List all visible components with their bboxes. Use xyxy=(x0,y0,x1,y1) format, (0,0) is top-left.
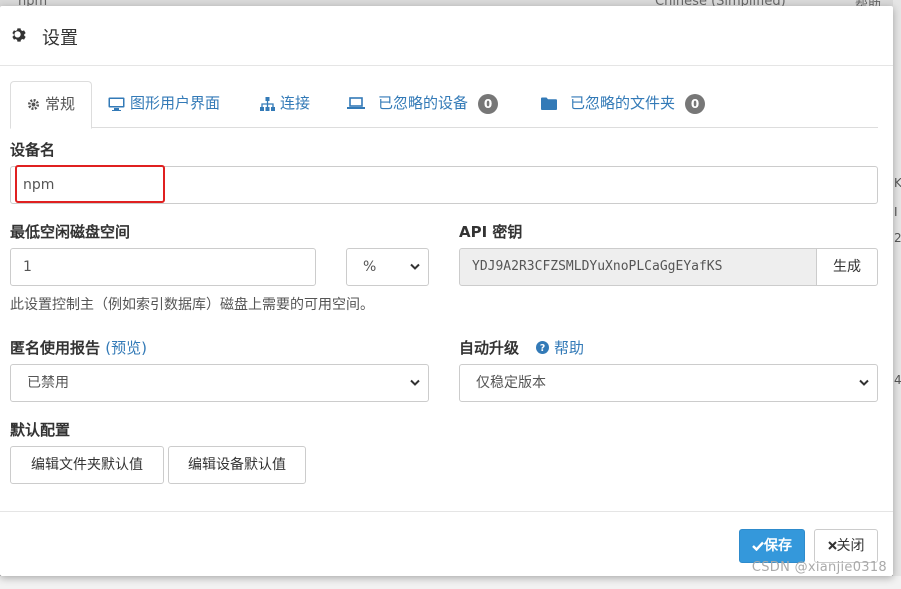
tab-connections[interactable]: 连接 xyxy=(260,81,310,126)
usage-report-label: 匿名使用报告 (预览) xyxy=(10,337,147,358)
edit-device-defaults-button[interactable]: 编辑设备默认值 xyxy=(168,446,306,484)
annotation-highlight-box xyxy=(15,165,165,203)
tab-label: 已忽略的设备 xyxy=(378,94,469,112)
min-disk-space-input[interactable]: 1 xyxy=(10,248,316,286)
auto-upgrade-label: 自动升级 ? 帮助 xyxy=(459,337,584,358)
close-label: 关闭 xyxy=(836,538,865,554)
background-char: I xyxy=(894,205,898,219)
save-button[interactable]: 保存 xyxy=(739,529,805,563)
auto-upgrade-help-link[interactable]: ? 帮助 xyxy=(536,339,584,357)
tab-label: 已忽略的文件夹 xyxy=(570,94,676,112)
default-config-label: 默认配置 xyxy=(10,421,71,439)
dialog-header: 设置 xyxy=(0,6,893,66)
usage-report-select[interactable]: 已禁用 xyxy=(10,364,429,402)
chevron-down-icon xyxy=(859,379,869,386)
ignored-folders-count-badge: 0 xyxy=(685,93,706,114)
laptop-icon xyxy=(347,97,365,109)
background-char: 2 xyxy=(894,231,901,245)
min-disk-help-text: 此设置控制主（例如索引数据库）磁盘上需要的可用空间。 xyxy=(10,297,374,313)
sitemap-icon xyxy=(260,96,275,111)
edit-folder-defaults-button[interactable]: 编辑文件夹默认值 xyxy=(10,446,164,484)
background-page-bottom xyxy=(0,576,901,589)
gear-icon xyxy=(27,98,40,111)
svg-text:?: ? xyxy=(540,343,545,354)
folder-icon xyxy=(541,97,557,110)
question-circle-icon: ? xyxy=(536,341,550,354)
auto-upgrade-select[interactable]: 仅稳定版本 xyxy=(459,364,878,402)
tab-label: 连接 xyxy=(280,94,311,112)
background-page-right: K I 2 4 xyxy=(893,0,901,589)
generate-api-key-button[interactable]: 生成 xyxy=(816,248,878,286)
close-icon xyxy=(827,541,837,550)
chevron-down-icon xyxy=(410,263,420,270)
auto-upgrade-label-text: 自动升级 xyxy=(459,339,520,357)
settings-dialog: 设置 常规 图形用户界面 连接 已忽略的设备 0 已忽略的文件夹 0 设备名 npm… xyxy=(0,6,893,576)
unit-value: % xyxy=(363,259,377,275)
gear-icon xyxy=(12,28,26,42)
background-char: K xyxy=(894,176,901,190)
desktop-icon xyxy=(108,97,125,111)
save-label: 保存 xyxy=(764,538,792,554)
dialog-title: 设置 xyxy=(42,28,78,49)
tab-label: 图形用户界面 xyxy=(130,94,221,112)
tab-ignored-folders[interactable]: 已忽略的文件夹 0 xyxy=(541,81,706,126)
min-disk-unit-select[interactable]: % xyxy=(346,248,429,286)
ignored-devices-count-badge: 0 xyxy=(478,93,499,114)
tab-ignored-devices[interactable]: 已忽略的设备 0 xyxy=(347,81,499,126)
api-key-label: API 密钥 xyxy=(459,223,523,241)
auto-upgrade-value: 仅稳定版本 xyxy=(476,375,546,391)
tab-gui[interactable]: 图形用户界面 xyxy=(108,81,220,126)
close-button[interactable]: 关闭 xyxy=(814,529,878,563)
help-label: 帮助 xyxy=(554,339,585,357)
usage-report-label-text: 匿名使用报告 xyxy=(10,339,101,357)
tab-label: 常规 xyxy=(44,95,75,113)
background-char: 4 xyxy=(894,373,901,387)
usage-report-preview-link[interactable]: (预览) xyxy=(105,339,147,357)
check-icon xyxy=(752,541,764,552)
device-name-label: 设备名 xyxy=(10,141,56,159)
chevron-down-icon xyxy=(410,379,420,386)
api-key-field[interactable]: YDJ9A2R3CFZSMLDYuXnoPLCaGgEYafKS xyxy=(459,248,817,286)
usage-report-value: 已禁用 xyxy=(27,375,69,391)
watermark: CSDN @xianjie0318 xyxy=(751,560,887,575)
min-disk-space-label: 最低空闲磁盘空间 xyxy=(10,223,131,241)
tab-general[interactable]: 常规 xyxy=(10,81,92,129)
settings-tabs: 常规 图形用户界面 连接 已忽略的设备 0 已忽略的文件夹 0 xyxy=(10,81,878,129)
